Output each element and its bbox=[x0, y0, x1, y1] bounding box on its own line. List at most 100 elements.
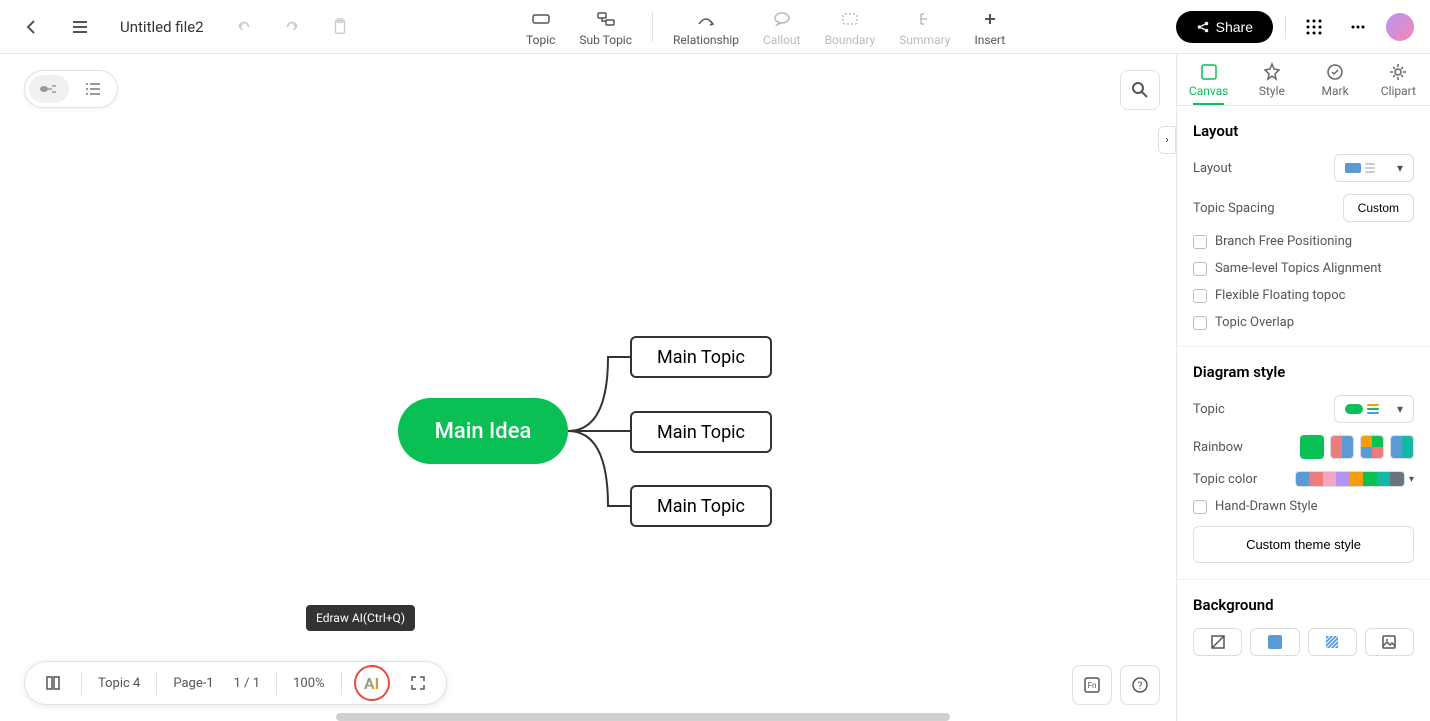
divider bbox=[81, 671, 82, 695]
layout-title: Layout bbox=[1193, 122, 1414, 140]
share-label: Share bbox=[1216, 19, 1253, 35]
bottom-bar: Topic 4 Page-1 1 / 1 100% AI bbox=[24, 661, 447, 705]
tab-clipart[interactable]: Clipart bbox=[1367, 54, 1430, 105]
bg-none[interactable] bbox=[1193, 628, 1242, 656]
more-button[interactable] bbox=[1342, 11, 1374, 43]
topic-node[interactable]: Main Topic bbox=[630, 485, 772, 527]
subtopic-icon bbox=[596, 11, 616, 27]
overlap-checkbox[interactable] bbox=[1193, 316, 1207, 330]
topic-color-label: Topic color bbox=[1193, 472, 1257, 487]
pages-button[interactable] bbox=[37, 667, 69, 699]
fullscreen-button[interactable] bbox=[402, 667, 434, 699]
tool-boundary-label: Boundary bbox=[825, 33, 876, 47]
topic-node[interactable]: Main Topic bbox=[630, 336, 772, 378]
help-icon: ? bbox=[1131, 676, 1149, 694]
undo-button[interactable] bbox=[228, 11, 260, 43]
no-bg-icon bbox=[1210, 634, 1226, 650]
divider bbox=[1285, 15, 1286, 39]
tool-subtopic[interactable]: Sub Topic bbox=[567, 3, 644, 51]
book-icon bbox=[44, 674, 62, 692]
horizontal-scrollbar[interactable] bbox=[336, 713, 950, 721]
clipboard-icon bbox=[331, 18, 349, 36]
bg-image[interactable] bbox=[1365, 628, 1414, 656]
flexible-checkbox[interactable] bbox=[1193, 289, 1207, 303]
chevron-right-icon: › bbox=[1165, 135, 1168, 146]
rainbow-option-1[interactable] bbox=[1300, 435, 1324, 459]
image-bg-icon bbox=[1381, 634, 1397, 650]
tool-topic-label: Topic bbox=[526, 33, 555, 47]
function-button[interactable]: Fn bbox=[1072, 665, 1112, 705]
view-mindmap[interactable] bbox=[29, 75, 69, 103]
tool-callout: Callout bbox=[751, 3, 813, 51]
rainbow-option-2[interactable] bbox=[1330, 435, 1354, 459]
clipart-icon bbox=[1388, 62, 1408, 82]
layout-label: Layout bbox=[1193, 161, 1232, 176]
tool-insert-label: Insert bbox=[974, 33, 1005, 47]
help-button[interactable]: ? bbox=[1120, 665, 1160, 705]
branch-free-checkbox[interactable] bbox=[1193, 235, 1207, 249]
tool-callout-label: Callout bbox=[763, 33, 801, 47]
chevron-down-icon: ▾ bbox=[1397, 402, 1403, 416]
style-icon bbox=[1262, 62, 1282, 82]
hand-drawn-checkbox[interactable] bbox=[1193, 500, 1207, 514]
tool-subtopic-label: Sub Topic bbox=[579, 33, 632, 47]
canvas[interactable]: › Main Idea Main Topic Main Topic Main T… bbox=[0, 54, 1176, 721]
tab-style[interactable]: Style bbox=[1240, 54, 1303, 105]
rainbow-option-3[interactable] bbox=[1360, 435, 1384, 459]
view-outline[interactable] bbox=[73, 75, 113, 103]
bg-pattern[interactable] bbox=[1308, 628, 1357, 656]
share-icon bbox=[1196, 20, 1210, 34]
canvas-icon bbox=[1199, 62, 1219, 82]
topic-color-picker[interactable] bbox=[1295, 471, 1405, 487]
tab-mark[interactable]: Mark bbox=[1304, 54, 1367, 105]
tool-relationship-label: Relationship bbox=[673, 33, 739, 47]
tool-relationship[interactable]: Relationship bbox=[661, 3, 751, 51]
rainbow-option-4[interactable] bbox=[1390, 435, 1414, 459]
filename[interactable]: Untitled file2 bbox=[112, 18, 212, 36]
custom-theme-button[interactable]: Custom theme style bbox=[1193, 526, 1414, 563]
ai-label: AI bbox=[364, 674, 379, 693]
view-toggle bbox=[24, 70, 118, 108]
spacing-custom-button[interactable]: Custom bbox=[1343, 194, 1414, 222]
tab-canvas-label: Canvas bbox=[1189, 84, 1228, 98]
mindmap-view-icon bbox=[38, 81, 60, 97]
summary-icon bbox=[915, 11, 935, 27]
clipboard-button[interactable] bbox=[324, 11, 356, 43]
bg-solid[interactable] bbox=[1250, 628, 1299, 656]
tab-style-label: Style bbox=[1259, 84, 1285, 98]
flexible-label: Flexible Floating topoc bbox=[1215, 288, 1345, 303]
grid-icon bbox=[1305, 18, 1323, 36]
boundary-icon bbox=[840, 11, 860, 27]
avatar[interactable] bbox=[1386, 13, 1414, 41]
tab-canvas[interactable]: Canvas bbox=[1177, 54, 1240, 105]
redo-button[interactable] bbox=[276, 11, 308, 43]
share-button[interactable]: Share bbox=[1176, 11, 1273, 43]
solid-bg-icon bbox=[1268, 635, 1282, 649]
redo-icon bbox=[283, 18, 301, 36]
callout-icon bbox=[772, 11, 792, 27]
tool-summary: Summary bbox=[887, 3, 962, 51]
panel-collapse[interactable]: › bbox=[1158, 126, 1176, 154]
layout-dropdown[interactable]: ▾ bbox=[1334, 154, 1414, 182]
topic-node[interactable]: Main Topic bbox=[630, 411, 772, 453]
chevron-down-icon[interactable]: ▾ bbox=[1409, 474, 1414, 485]
apps-button[interactable] bbox=[1298, 11, 1330, 43]
mark-icon bbox=[1325, 62, 1345, 82]
tool-insert[interactable]: Insert bbox=[962, 3, 1017, 51]
tab-mark-label: Mark bbox=[1322, 84, 1349, 98]
topic-style-dropdown[interactable]: ▾ bbox=[1334, 395, 1414, 423]
tool-topic[interactable]: Topic bbox=[514, 3, 567, 51]
back-button[interactable] bbox=[16, 11, 48, 43]
hamburger-icon bbox=[70, 17, 90, 37]
zoom-level[interactable]: 100% bbox=[289, 676, 328, 691]
fullscreen-icon bbox=[410, 675, 426, 691]
outline-view-icon bbox=[84, 81, 102, 97]
ai-button[interactable]: AI bbox=[354, 665, 390, 701]
search-button[interactable] bbox=[1120, 70, 1160, 110]
topic-icon bbox=[531, 11, 551, 27]
same-level-checkbox[interactable] bbox=[1193, 262, 1207, 276]
main-idea-node[interactable]: Main Idea bbox=[398, 398, 568, 464]
divider bbox=[276, 671, 277, 695]
page-label[interactable]: Page-1 bbox=[169, 676, 217, 691]
menu-button[interactable] bbox=[64, 11, 96, 43]
